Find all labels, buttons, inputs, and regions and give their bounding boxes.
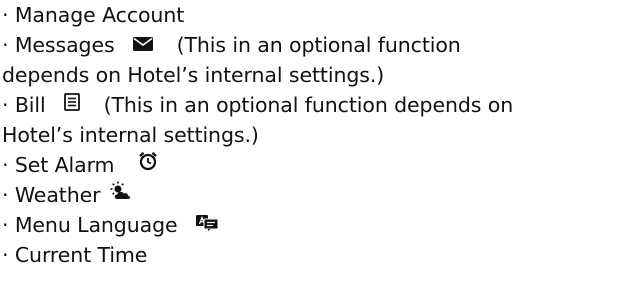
language-translate-icon xyxy=(195,209,219,239)
list-item-menu-language: · Menu Language xyxy=(2,209,219,241)
envelope-icon xyxy=(132,29,153,59)
list-item-current-time: · Current Time xyxy=(2,240,147,270)
item-label: · Manage Account xyxy=(2,3,185,27)
list-item-continuation: Hotel’s internal settings.) xyxy=(2,120,259,150)
item-label: · Set Alarm xyxy=(2,153,115,177)
list-item-messages: · Messages (This in an optional function xyxy=(2,30,461,61)
list-item-set-alarm: · Set Alarm xyxy=(2,150,158,181)
list-item-bill: · Bill (This in an optional function depe… xyxy=(2,90,513,121)
feature-list: · Manage Account · Messages (This in an o… xyxy=(0,0,638,300)
item-note: Hotel’s internal settings.) xyxy=(2,123,259,147)
item-note: (This in an optional function xyxy=(176,33,461,57)
item-label: · Current Time xyxy=(2,243,148,267)
item-label: · Bill xyxy=(2,93,46,117)
item-note: depends on Hotel’s internal settings.) xyxy=(2,63,385,87)
item-label: · Weather xyxy=(2,183,101,207)
alarm-clock-icon xyxy=(138,149,158,179)
weather-sun-cloud-icon xyxy=(110,179,132,209)
list-item-weather: · Weather xyxy=(2,180,132,211)
list-item-manage-account: · Manage Account xyxy=(2,0,184,30)
item-note: (This in an optional function depends on xyxy=(103,93,514,117)
item-label: · Menu Language xyxy=(2,213,178,237)
list-item-continuation: depends on Hotel’s internal settings.) xyxy=(2,60,384,90)
item-label: · Messages xyxy=(2,33,115,57)
bill-icon xyxy=(63,89,80,119)
